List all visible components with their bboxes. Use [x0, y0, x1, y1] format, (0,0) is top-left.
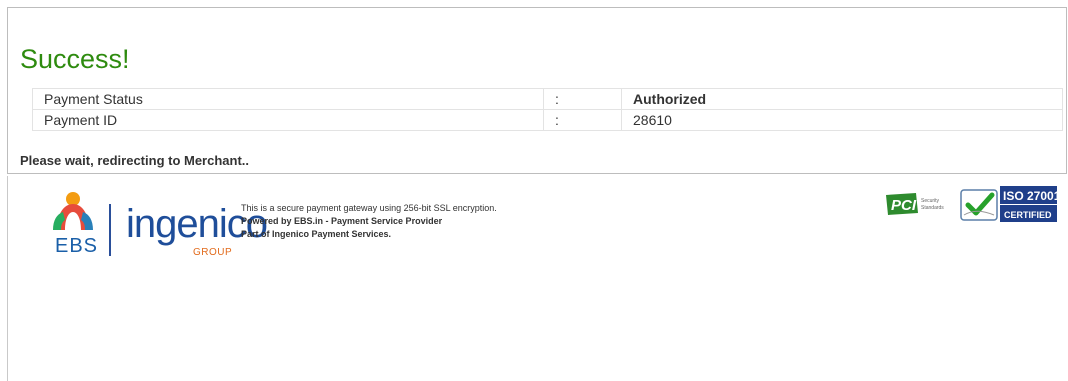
logo-divider — [109, 204, 111, 256]
ingenico-group-text: GROUP — [193, 247, 233, 258]
row-separator: : — [543, 88, 622, 110]
payment-id-value: 28610 — [621, 109, 1063, 131]
payment-status-value: Authorized — [621, 88, 1063, 110]
footer-info: This is a secure payment gateway using 2… — [241, 202, 497, 241]
footer: EBS ingenico GROUP This is a secure paym… — [35, 186, 1065, 268]
left-border-line — [7, 176, 8, 381]
redirect-message: Please wait, redirecting to Merchant.. — [20, 153, 250, 168]
iso-line2: CERTIFIED — [1004, 210, 1052, 220]
success-title: Success! — [20, 44, 130, 74]
pci-badge-icon: PCI Security Standards — [886, 193, 944, 215]
part-of: Part of Ingenico Payment Services. — [241, 229, 392, 239]
ebs-logo: EBS — [43, 190, 99, 258]
table-row: Payment ID : 28610 — [32, 109, 1063, 131]
powered-by: Powered by EBS.in - Payment Service Prov… — [241, 216, 443, 226]
table-row: Payment Status : Authorized — [32, 88, 1063, 110]
payment-result-panel: Success! Payment Status : Authorized Pay… — [7, 7, 1067, 174]
ebs-mark-icon — [53, 192, 93, 230]
iso-certified-badge-icon: ISO 27001 CERTIFIED — [960, 186, 1058, 222]
ebs-logo-text: EBS — [55, 235, 99, 257]
payment-id-label: Payment ID — [32, 109, 544, 131]
payment-details-table: Payment Status : Authorized Payment ID :… — [32, 88, 1063, 131]
iso-line1: ISO 27001 — [1003, 189, 1058, 203]
pci-text: PCI — [891, 197, 917, 214]
svg-text:Security: Security — [921, 198, 940, 204]
row-separator: : — [543, 109, 622, 131]
security-note: This is a secure payment gateway using 2… — [241, 203, 497, 213]
svg-text:Standards: Standards — [921, 205, 944, 211]
payment-status-label: Payment Status — [32, 88, 544, 110]
